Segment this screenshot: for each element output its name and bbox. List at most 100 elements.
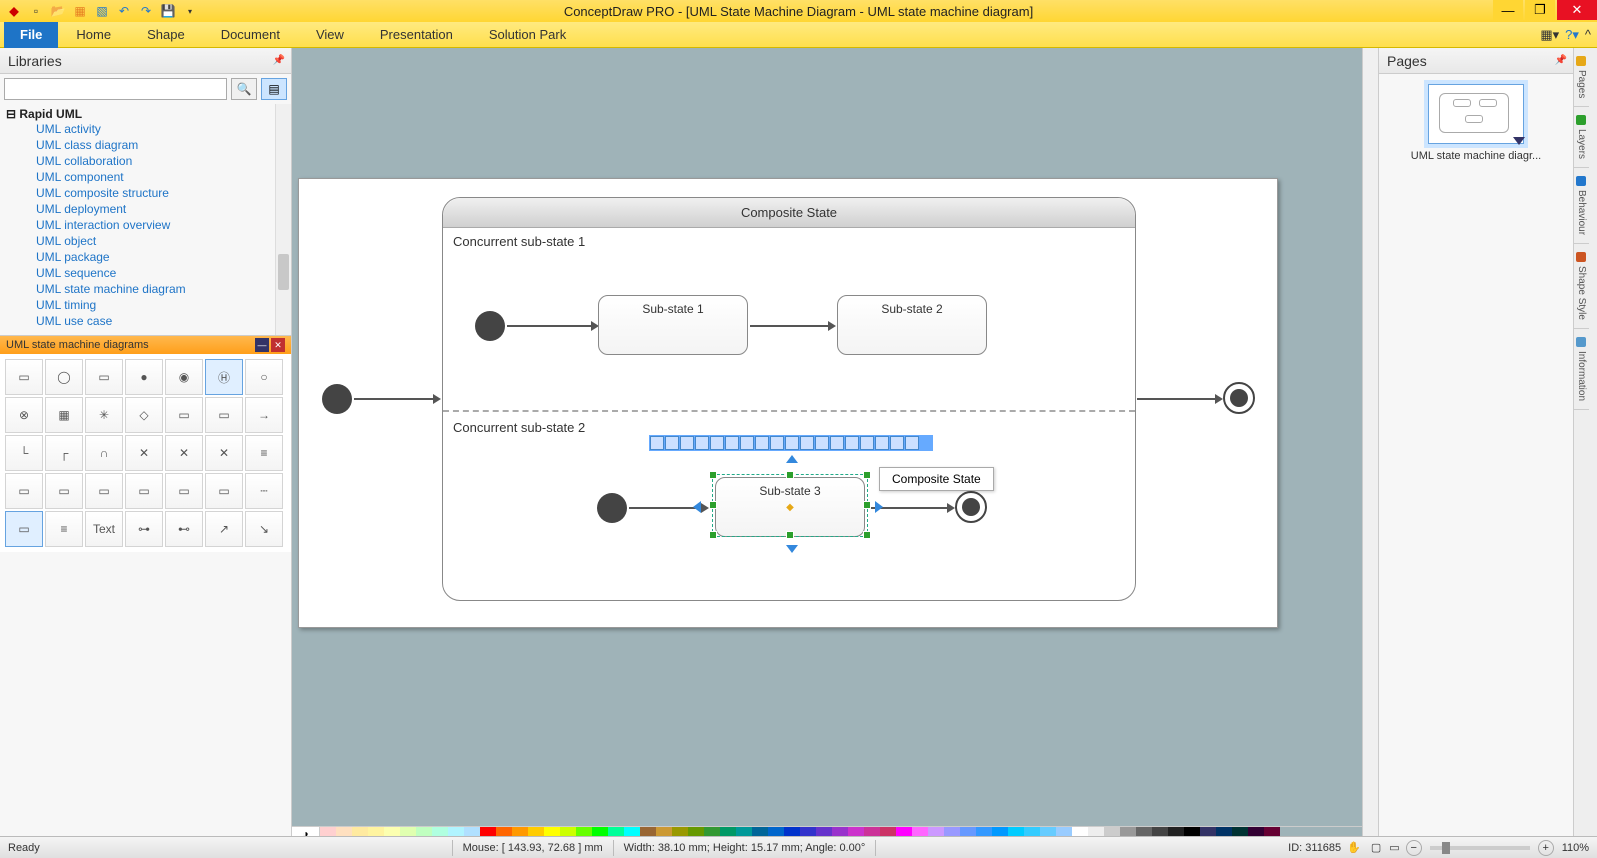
side-tab-information[interactable]: Information [1574, 329, 1589, 410]
selection-handle[interactable] [709, 501, 717, 509]
palette-shape[interactable]: Text [85, 511, 123, 547]
file-tab[interactable]: File [4, 22, 58, 48]
side-tab-layers[interactable]: Layers [1574, 107, 1589, 168]
smart-action-icon[interactable] [845, 436, 859, 450]
palette-shape[interactable]: ┄ [245, 473, 283, 509]
tab-document[interactable]: Document [203, 22, 298, 48]
tree-item[interactable]: UML object [14, 233, 285, 249]
minimize-button[interactable]: — [1493, 0, 1523, 20]
app-menu-icon[interactable]: ◆ [6, 3, 22, 19]
redo-icon[interactable]: ↷ [138, 3, 154, 19]
palette-shape[interactable]: ▭ [85, 359, 123, 395]
smart-action-icon[interactable] [800, 436, 814, 450]
palette-shape[interactable]: ✳ [85, 397, 123, 433]
palette-shape[interactable]: ▭ [205, 473, 243, 509]
palette-shape[interactable]: ⊗ [5, 397, 43, 433]
substate-2[interactable]: Sub-state 2 [837, 295, 987, 355]
tree-item[interactable]: UML interaction overview [14, 217, 285, 233]
palette-shape[interactable]: ⊷ [165, 511, 203, 547]
smart-action-icon[interactable] [785, 436, 799, 450]
help-icon[interactable]: ?▾ [1565, 27, 1579, 43]
library-view-toggle[interactable]: ▤ [261, 78, 287, 100]
selection-handle[interactable] [786, 471, 794, 479]
fit-page-icon[interactable]: ▢ [1371, 841, 1381, 854]
tab-presentation[interactable]: Presentation [362, 22, 471, 48]
zoom-in-button[interactable]: + [1538, 840, 1554, 856]
palette-shape[interactable]: ▭ [125, 473, 163, 509]
connector-handle[interactable] [786, 455, 798, 463]
drawing-page[interactable]: Composite State Concurrent sub-state 1 C… [298, 178, 1278, 628]
side-tab-shape-style[interactable]: Shape Style [1574, 244, 1589, 329]
tree-item[interactable]: UML component [14, 169, 285, 185]
smart-action-icon[interactable] [770, 436, 784, 450]
save-icon[interactable]: 💾 [160, 3, 176, 19]
transition-arrow[interactable] [1137, 398, 1217, 400]
smart-action-icon[interactable] [830, 436, 844, 450]
library-search-input[interactable] [4, 78, 227, 100]
palette-shape[interactable]: ≡ [245, 435, 283, 471]
palette-shape[interactable]: ⊶ [125, 511, 163, 547]
final-state-outer[interactable] [1223, 382, 1255, 414]
palette-shape[interactable]: ▭ [85, 473, 123, 509]
tree-item[interactable]: UML timing [14, 297, 285, 313]
hand-tool-icon[interactable]: ✋ [1347, 841, 1361, 854]
tree-item[interactable]: UML package [14, 249, 285, 265]
tab-home[interactable]: Home [58, 22, 129, 48]
side-tab-pages[interactable]: Pages [1574, 48, 1589, 107]
smart-action-icon[interactable] [815, 436, 829, 450]
zoom-out-button[interactable]: − [1406, 840, 1422, 856]
initial-state-outer[interactable] [322, 384, 352, 414]
palette-shape[interactable]: Ⓗ [205, 359, 243, 395]
palette-close-icon[interactable]: ✕ [271, 338, 285, 352]
selection-handle[interactable] [863, 501, 871, 509]
selection-handle[interactable] [709, 531, 717, 539]
palette-shape[interactable]: ● [125, 359, 163, 395]
tree-item[interactable]: UML collaboration [14, 153, 285, 169]
tree-item[interactable]: UML state machine diagram [14, 281, 285, 297]
close-button[interactable]: ✕ [1557, 0, 1597, 20]
undo-icon[interactable]: ↶ [116, 3, 132, 19]
connector-handle[interactable] [693, 501, 701, 513]
selection-handle[interactable] [709, 471, 717, 479]
library-tree[interactable]: ⊟ Rapid UML UML activity UML class diagr… [0, 104, 291, 336]
smart-action-icon[interactable] [890, 436, 904, 450]
palette-shape[interactable]: └ [5, 435, 43, 471]
page-menu-icon[interactable] [1513, 137, 1525, 145]
selection-handle[interactable] [786, 531, 794, 539]
smart-action-icon[interactable] [710, 436, 724, 450]
tree-item[interactable]: UML activity [14, 121, 285, 137]
palette-shape[interactable]: ▭ [5, 511, 43, 547]
maximize-button[interactable]: ❐ [1525, 0, 1555, 20]
tree-scrollbar[interactable] [275, 104, 291, 335]
tab-shape[interactable]: Shape [129, 22, 203, 48]
pin-icon[interactable]: 📌 [273, 55, 285, 66]
palette-shape[interactable]: ▭ [45, 473, 83, 509]
palette-shape[interactable]: → [245, 397, 283, 433]
ribbon-collapse-icon[interactable]: ^ [1585, 27, 1591, 42]
palette-title-bar[interactable]: UML state machine diagrams —✕ [0, 336, 291, 354]
side-tab-behaviour[interactable]: Behaviour [1574, 168, 1589, 244]
vertical-scrollbar[interactable] [1362, 48, 1378, 842]
page-thumbnail[interactable] [1428, 84, 1524, 144]
connector-handle[interactable] [786, 545, 798, 553]
palette-shape[interactable]: ▭ [165, 397, 203, 433]
palette-shape[interactable]: ▭ [205, 397, 243, 433]
palette-shape[interactable]: ✕ [165, 435, 203, 471]
selection-handle[interactable] [863, 471, 871, 479]
substate-3-selected[interactable]: Sub-state 3 ◆ [715, 477, 865, 537]
connector-handle[interactable] [875, 501, 883, 513]
tree-item[interactable]: UML composite structure [14, 185, 285, 201]
smart-action-icon[interactable] [755, 436, 769, 450]
smart-action-icon[interactable] [905, 436, 919, 450]
smart-action-icon[interactable] [650, 436, 664, 450]
palette-shape[interactable]: ◇ [125, 397, 163, 433]
tab-solution-park[interactable]: Solution Park [471, 22, 584, 48]
new-doc-icon[interactable]: ▫ [28, 3, 44, 19]
palette-shape[interactable]: ▦ [45, 397, 83, 433]
selection-handle[interactable] [863, 531, 871, 539]
tree-item[interactable]: UML deployment [14, 201, 285, 217]
initial-state-r1[interactable] [475, 311, 505, 341]
open-icon[interactable]: 📂 [50, 3, 66, 19]
palette-shape[interactable]: ✕ [125, 435, 163, 471]
smart-action-icon[interactable] [680, 436, 694, 450]
